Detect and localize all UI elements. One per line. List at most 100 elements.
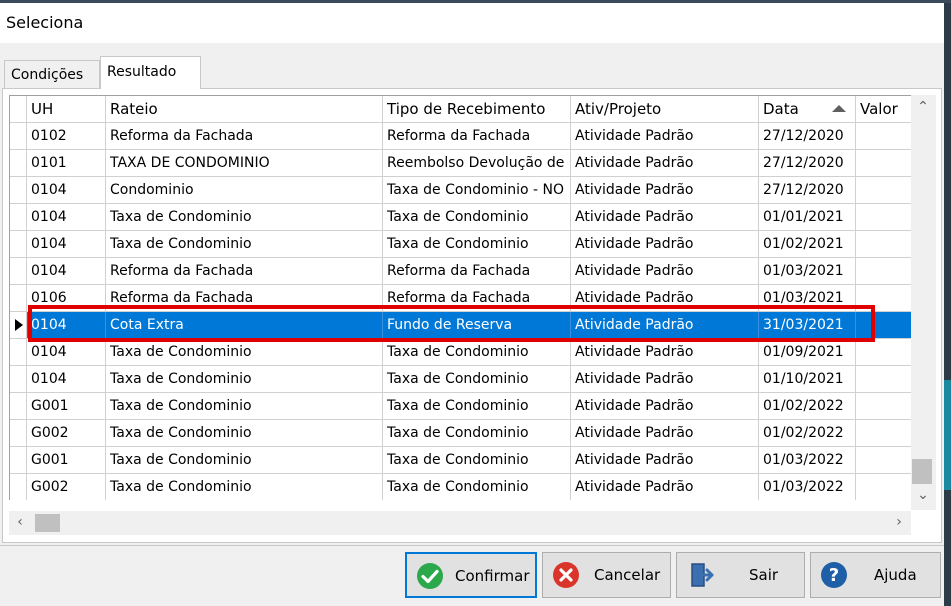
table-row[interactable]: 0104 Taxa de Condominio Taxa de Condominio… (10, 339, 912, 366)
row-indicator[interactable] (10, 420, 27, 447)
column-header-valor[interactable]: Valor (856, 96, 912, 123)
tab-condicoes[interactable]: Condições (4, 60, 100, 88)
row-indicator[interactable] (10, 474, 27, 500)
cell-uh[interactable]: 0104 (27, 258, 106, 285)
cell-uh[interactable]: 0104 (27, 312, 106, 339)
cell-tipo-recebimento[interactable]: Taxa de Condominio (383, 366, 571, 393)
cell-uh[interactable]: G002 (27, 474, 106, 500)
confirm-button[interactable]: Confirmar (405, 552, 537, 598)
cell-ativ-projeto[interactable]: Atividade Padrão (571, 177, 759, 204)
row-indicator[interactable] (10, 312, 27, 339)
cell-data[interactable]: 01/09/2021 (759, 339, 856, 366)
cell-rateio[interactable]: Taxa de Condominio (106, 339, 383, 366)
table-row[interactable]: G002 Taxa de Condominio Taxa de Condominio… (10, 474, 912, 500)
scroll-up-icon[interactable]: ⌃ (913, 99, 933, 115)
cell-ativ-projeto[interactable]: Atividade Padrão (571, 258, 759, 285)
cell-rateio[interactable]: Cota Extra (106, 312, 383, 339)
cell-data[interactable]: 01/03/2022 (759, 474, 856, 500)
cell-valor[interactable] (856, 393, 912, 420)
row-indicator[interactable] (10, 204, 27, 231)
cell-uh[interactable]: 0101 (27, 150, 106, 177)
table-row[interactable]: 0101 TAXA DE CONDOMINIO Reembolso Devoluçã… (10, 150, 912, 177)
cell-rateio[interactable]: Taxa de Condominio (106, 447, 383, 474)
row-indicator[interactable] (10, 366, 27, 393)
cell-tipo-recebimento[interactable]: Taxa de Condominio (383, 420, 571, 447)
cell-rateio[interactable]: Taxa de Condominio (106, 393, 383, 420)
cell-tipo-recebimento[interactable]: Reforma da Fachada (383, 285, 571, 312)
row-indicator[interactable] (10, 231, 27, 258)
cell-uh[interactable]: 0106 (27, 285, 106, 312)
cell-valor[interactable] (856, 285, 912, 312)
cell-valor[interactable] (856, 447, 912, 474)
cell-ativ-projeto[interactable]: Atividade Padrão (571, 339, 759, 366)
cell-rateio[interactable]: Reforma da Fachada (106, 258, 383, 285)
cell-rateio[interactable]: Condominio (106, 177, 383, 204)
cell-valor[interactable] (856, 420, 912, 447)
table-row[interactable]: 0104 Reforma da Fachada Reforma da Fachada… (10, 258, 912, 285)
cell-valor[interactable] (856, 177, 912, 204)
cell-rateio[interactable]: Taxa de Condominio (106, 231, 383, 258)
cell-uh[interactable]: 0104 (27, 231, 106, 258)
row-indicator[interactable] (10, 339, 27, 366)
vertical-scrollbar[interactable] (911, 95, 936, 510)
cell-uh[interactable]: G001 (27, 393, 106, 420)
row-indicator[interactable] (10, 447, 27, 474)
cell-tipo-recebimento[interactable]: Taxa de Condominio (383, 231, 571, 258)
help-button[interactable]: ? Ajuda (810, 552, 941, 598)
table-row[interactable]: 0106 Reforma da Fachada Reforma da Fachada… (10, 285, 912, 312)
tab-resultado[interactable]: Resultado (100, 56, 201, 89)
row-indicator[interactable] (10, 285, 27, 312)
cell-ativ-projeto[interactable]: Atividade Padrão (571, 231, 759, 258)
cell-ativ-projeto[interactable]: Atividade Padrão (571, 393, 759, 420)
table-row[interactable]: 0104 Taxa de Condominio Taxa de Condominio… (10, 366, 912, 393)
cell-tipo-recebimento[interactable]: Fundo de Reserva (383, 312, 571, 339)
table-row[interactable]: 0104 Condominio Taxa de Condominio - NO Ati… (10, 177, 912, 204)
cell-ativ-projeto[interactable]: Atividade Padrão (571, 474, 759, 500)
cell-tipo-recebimento[interactable]: Taxa de Condominio (383, 393, 571, 420)
row-indicator[interactable] (10, 258, 27, 285)
scroll-right-icon[interactable]: › (891, 514, 907, 530)
table-row[interactable]: 0102 Reforma da Fachada Reforma da Fachada… (10, 123, 912, 150)
cell-data[interactable]: 01/02/2021 (759, 231, 856, 258)
cell-ativ-projeto[interactable]: Atividade Padrão (571, 366, 759, 393)
cell-valor[interactable] (856, 231, 912, 258)
cell-ativ-projeto[interactable]: Atividade Padrão (571, 150, 759, 177)
cell-tipo-recebimento[interactable]: Reembolso Devolução de (383, 150, 571, 177)
cell-data[interactable]: 27/12/2020 (759, 177, 856, 204)
cell-tipo-recebimento[interactable]: Taxa de Condominio - NO (383, 177, 571, 204)
cell-ativ-projeto[interactable]: Atividade Padrão (571, 312, 759, 339)
cell-ativ-projeto[interactable]: Atividade Padrão (571, 447, 759, 474)
column-header-rateio[interactable]: Rateio (106, 96, 383, 123)
cell-data[interactable]: 01/02/2022 (759, 393, 856, 420)
table-row[interactable]: 0104 Cota Extra Fundo de Reserva Atividade … (10, 312, 912, 339)
cell-data[interactable]: 27/12/2020 (759, 150, 856, 177)
row-indicator[interactable] (10, 177, 27, 204)
cell-uh[interactable]: 0104 (27, 177, 106, 204)
row-indicator[interactable] (10, 150, 27, 177)
cell-uh[interactable]: 0104 (27, 339, 106, 366)
cell-data[interactable]: 01/01/2021 (759, 204, 856, 231)
exit-button[interactable]: Sair (676, 552, 805, 598)
cell-rateio[interactable]: Taxa de Condominio (106, 420, 383, 447)
cell-data[interactable]: 01/03/2021 (759, 258, 856, 285)
cell-ativ-projeto[interactable]: Atividade Padrão (571, 420, 759, 447)
cell-data[interactable]: 27/12/2020 (759, 123, 856, 150)
cell-tipo-recebimento[interactable]: Taxa de Condominio (383, 204, 571, 231)
cell-tipo-recebimento[interactable]: Reforma da Fachada (383, 258, 571, 285)
cell-rateio[interactable]: Reforma da Fachada (106, 123, 383, 150)
cell-valor[interactable] (856, 312, 912, 339)
cell-valor[interactable] (856, 366, 912, 393)
cancel-button[interactable]: Cancelar (542, 552, 671, 598)
table-row[interactable]: G002 Taxa de Condominio Taxa de Condominio… (10, 420, 912, 447)
cell-valor[interactable] (856, 150, 912, 177)
cell-data[interactable]: 31/03/2021 (759, 312, 856, 339)
cell-tipo-recebimento[interactable]: Taxa de Condominio (383, 474, 571, 500)
cell-uh[interactable]: 0104 (27, 204, 106, 231)
cell-rateio[interactable]: Taxa de Condominio (106, 366, 383, 393)
cell-data[interactable]: 01/02/2022 (759, 420, 856, 447)
scroll-down-icon[interactable]: ⌄ (913, 487, 933, 503)
cell-data[interactable]: 01/03/2022 (759, 447, 856, 474)
scroll-left-icon[interactable]: ‹ (12, 514, 28, 530)
cell-tipo-recebimento[interactable]: Taxa de Condominio (383, 447, 571, 474)
table-row[interactable]: 0104 Taxa de Condominio Taxa de Condominio… (10, 231, 912, 258)
